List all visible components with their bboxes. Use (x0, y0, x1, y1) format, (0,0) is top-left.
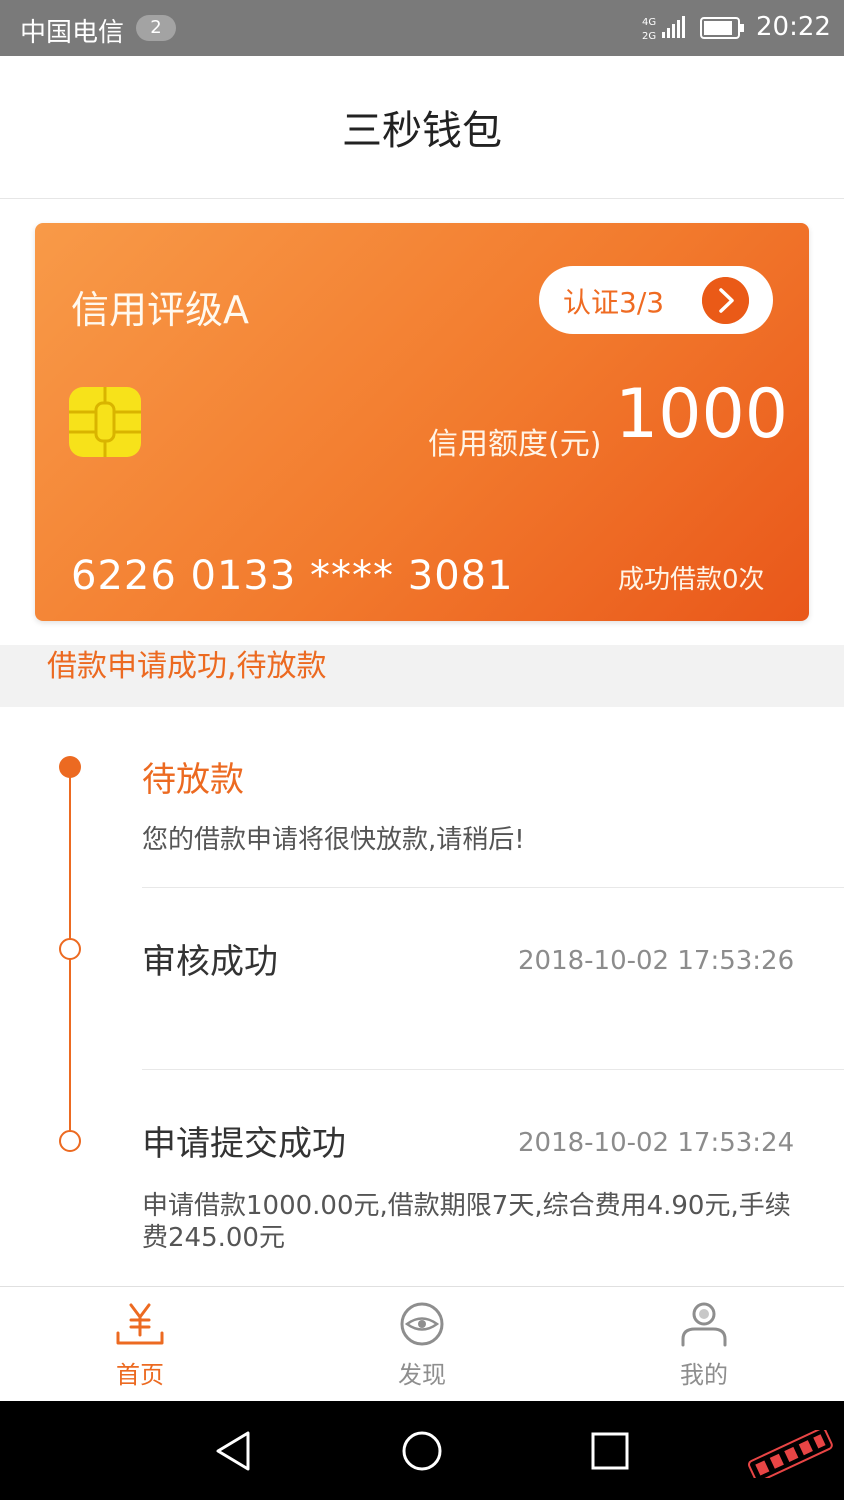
credit-rating: 信用评级A (71, 288, 249, 332)
tab-home[interactable]: 首页 (70, 1287, 210, 1402)
notification-badge: 2 (136, 15, 176, 41)
tab-mine[interactable]: 我的 (634, 1287, 774, 1402)
timeline-step-desc: 申请借款1000.00元,借款期限7天,综合费用4.90元,手续费245.00元 (142, 1191, 791, 1253)
eye-icon (400, 1302, 444, 1346)
divider (142, 1069, 844, 1070)
credit-limit-label: 信用额度(元) (428, 427, 602, 462)
watermark-logo (748, 1430, 833, 1478)
verify-label: 认证3/3 (563, 286, 665, 319)
clock: 20:22 (756, 12, 831, 42)
timeline-dot (59, 1130, 81, 1152)
loan-status-text: 借款申请成功,待放款 (47, 649, 327, 684)
loan-status-strip: 借款申请成功,待放款 (0, 645, 844, 707)
page-title: 三秒钱包 (342, 108, 502, 154)
tab-label: 我的 (680, 1361, 728, 1389)
svg-text:2G: 2G (642, 31, 656, 42)
borrow-count: 成功借款0次 (618, 565, 765, 595)
timeline-dot (59, 938, 81, 960)
tab-discover[interactable]: 发现 (352, 1287, 492, 1402)
signal-icon: 4G 2G (642, 16, 685, 42)
back-icon[interactable] (208, 1425, 260, 1477)
tab-label: 首页 (116, 1361, 164, 1389)
card-chip-icon (69, 387, 141, 457)
tab-label: 发现 (398, 1361, 446, 1389)
svg-text:4G: 4G (642, 17, 656, 28)
timeline-step-time: 2018-10-02 17:53:24 (518, 1128, 795, 1158)
yen-wallet-icon (116, 1303, 164, 1345)
timeline-step-time: 2018-10-02 17:53:26 (518, 946, 795, 976)
battery-icon (700, 17, 744, 39)
credit-card: 信用评级A 认证3/3 信用额度(元) 1000 6226 0133 **** … (35, 223, 809, 621)
system-nav-bar (0, 1401, 844, 1500)
bottom-tab-bar: 首页 发现 我的 (0, 1286, 844, 1402)
recent-apps-icon[interactable] (584, 1425, 636, 1477)
chevron-right-icon (702, 277, 749, 324)
carrier-name: 中国电信 (20, 18, 125, 48)
divider (142, 887, 844, 888)
timeline-step-title: 待放款 (142, 760, 244, 800)
app-header: 三秒钱包 (0, 56, 844, 199)
status-bar: 中国电信 2 4G 2G 20:22 (0, 0, 844, 56)
user-icon (681, 1302, 727, 1347)
timeline-step-title: 审核成功 (142, 942, 278, 982)
card-number: 6226 0133 **** 3081 (71, 553, 514, 599)
timeline-step-title: 申请提交成功 (142, 1124, 346, 1164)
verify-button[interactable]: 认证3/3 (539, 266, 773, 334)
credit-limit-value: 1000 (615, 375, 789, 454)
home-circle-icon[interactable] (396, 1425, 448, 1477)
timeline-step-desc: 您的借款申请将很快放款,请稍后! (142, 825, 525, 855)
timeline-dot-current (59, 756, 81, 778)
